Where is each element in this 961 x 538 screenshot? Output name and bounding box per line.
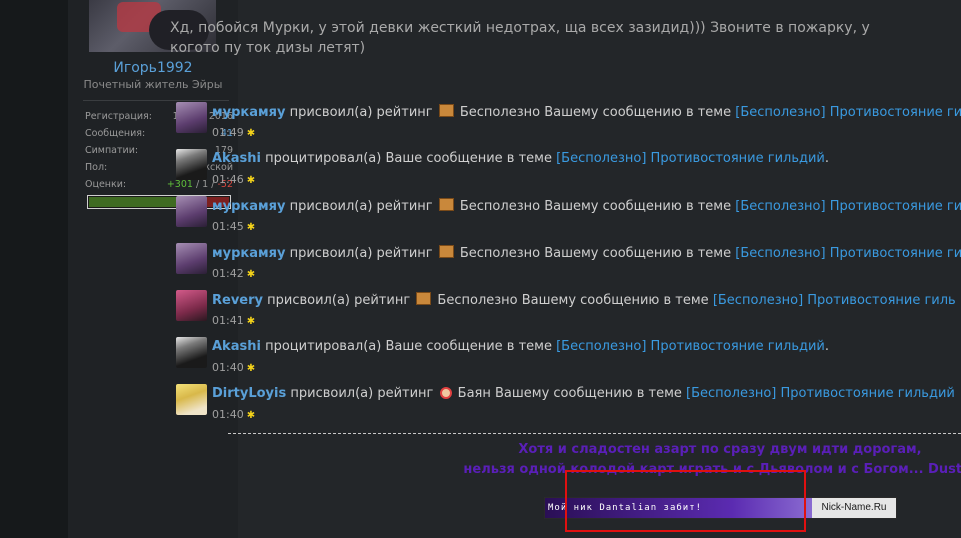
alert-time-text: 01:40	[212, 408, 244, 421]
star-icon: ✱	[246, 128, 256, 139]
alert-time: 01:45 ✱	[212, 220, 255, 233]
alert-action: присвоил(а) рейтинг	[285, 199, 437, 214]
alert-text: Akashi процитировал(а) Ваше сообщение в …	[212, 151, 829, 166]
alert-rating-text: Бесполезно Вашему сообщению в теме	[455, 105, 736, 120]
user-avatar[interactable]	[176, 384, 207, 415]
alert-username-link[interactable]: Revery	[212, 293, 263, 308]
alert-action: процитировал(а) Ваше сообщение в теме	[260, 339, 557, 354]
alert-time-text: 01:45	[212, 220, 244, 233]
alert-text: муркамяу присвоил(а) рейтинг Бесполезно …	[212, 245, 961, 261]
post-message: Хд, побойся Мурки, у этой девки жесткий …	[170, 20, 870, 56]
username-link[interactable]: Игорь1992	[68, 60, 238, 76]
user-avatar[interactable]	[176, 337, 207, 368]
stat-label: Сообщения:	[85, 128, 146, 139]
user-avatar[interactable]	[176, 290, 207, 321]
signature-divider	[228, 433, 961, 434]
user-avatar[interactable]	[176, 243, 207, 274]
star-icon: ✱	[246, 316, 256, 327]
thread-link[interactable]: [Бесполезно] Противостояние гильдий	[686, 386, 955, 401]
banner-site[interactable]: Nick-Name.Ru	[812, 498, 896, 518]
alert-time-text: 01:42	[212, 267, 244, 280]
alert-action: присвоил(а) рейтинг	[285, 105, 437, 120]
thread-link[interactable]: [Бесполезно] Противостояние гильд	[735, 246, 961, 261]
alert-tail: .	[824, 339, 830, 354]
thread-link[interactable]: [Бесполезно] Противостояние гиль	[713, 293, 956, 308]
star-icon: ✱	[246, 269, 256, 280]
alert-username-link[interactable]: Akashi	[212, 151, 261, 166]
thread-link[interactable]: [Бесполезно] Противостояние гильд	[735, 199, 961, 214]
box-icon	[438, 104, 454, 117]
alert-item: Akashi процитировал(а) Ваше сообщение в …	[176, 335, 896, 382]
alert-rating-text: Баян Вашему сообщению в теме	[453, 386, 687, 401]
alert-action: процитировал(а) Ваше сообщение в теме	[260, 151, 557, 166]
clock-icon	[439, 387, 452, 399]
alert-item: Akashi процитировал(а) Ваше сообщение в …	[176, 147, 896, 194]
thread-link[interactable]: [Бесполезно] Противостояние гильдий	[556, 151, 825, 166]
stat-label: Регистрация:	[85, 111, 152, 122]
alert-text: Revery присвоил(а) рейтинг Бесполезно Ва…	[212, 292, 956, 308]
left-gutter	[0, 0, 68, 538]
highlight-box	[565, 470, 806, 532]
box-icon	[438, 245, 454, 258]
thread-link[interactable]: [Бесполезно] Противостояние гильд	[735, 105, 961, 120]
alert-username-link[interactable]: муркамяу	[212, 246, 285, 261]
alert-text: DirtyLoyis присвоил(а) рейтинг Баян Ваше…	[212, 386, 955, 401]
alert-time-text: 01:46	[212, 173, 244, 186]
alert-text: муркамяу присвоил(а) рейтинг Бесполезно …	[212, 104, 961, 120]
alert-action: присвоил(а) рейтинг	[286, 386, 438, 401]
alert-action: присвоил(а) рейтинг	[263, 293, 415, 308]
box-icon	[438, 198, 454, 211]
stat-label: Симпатии:	[85, 145, 139, 156]
alert-time-text: 01:40	[212, 361, 244, 374]
alert-text: муркамяу присвоил(а) рейтинг Бесполезно …	[212, 198, 961, 214]
alert-username-link[interactable]: муркамяу	[212, 199, 285, 214]
user-title: Почетный житель Эйры	[83, 78, 223, 91]
user-avatar[interactable]	[176, 196, 207, 227]
alert-tail: .	[824, 151, 830, 166]
alert-text: Akashi процитировал(а) Ваше сообщение в …	[212, 339, 829, 354]
alerts-feed: муркамяу присвоил(а) рейтинг Бесполезно …	[176, 100, 961, 429]
star-icon: ✱	[246, 363, 256, 374]
alert-item: Revery присвоил(а) рейтинг Бесполезно Ва…	[176, 288, 956, 335]
alert-item: муркамяу присвоил(а) рейтинг Бесполезно …	[176, 194, 961, 241]
star-icon: ✱	[246, 222, 256, 233]
alert-rating-text: Бесполезно Вашему сообщению в теме	[455, 246, 736, 261]
alert-time-text: 01:49	[212, 126, 244, 139]
alert-time: 01:40 ✱	[212, 408, 255, 421]
thread-link[interactable]: [Бесполезно] Противостояние гильдий	[556, 339, 825, 354]
user-avatar[interactable]	[176, 149, 207, 180]
alert-item: муркамяу присвоил(а) рейтинг Бесполезно …	[176, 241, 961, 288]
stat-label: Оценки:	[85, 179, 127, 190]
user-avatar[interactable]	[176, 102, 207, 133]
alert-time: 01:49 ✱	[212, 126, 255, 139]
star-icon: ✱	[246, 410, 256, 421]
signature-line: Хотя и сладостен азарт по сразу двум идт…	[518, 442, 922, 457]
alert-time: 01:41 ✱	[212, 314, 255, 327]
alert-time: 01:46 ✱	[212, 173, 255, 186]
alert-action: присвоил(а) рейтинг	[285, 246, 437, 261]
alert-item: муркамяу присвоил(а) рейтинг Бесполезно …	[176, 100, 961, 147]
alert-username-link[interactable]: Akashi	[212, 339, 261, 354]
alert-rating-text: Бесполезно Вашему сообщению в теме	[455, 199, 736, 214]
alert-username-link[interactable]: DirtyLoyis	[212, 386, 286, 401]
stat-label: Пол:	[85, 162, 108, 173]
alert-time: 01:40 ✱	[212, 361, 255, 374]
alert-time-text: 01:41	[212, 314, 244, 327]
alert-item: DirtyLoyis присвоил(а) рейтинг Баян Ваше…	[176, 382, 955, 429]
alert-username-link[interactable]: муркамяу	[212, 105, 285, 120]
alert-rating-text: Бесполезно Вашему сообщению в теме	[433, 293, 713, 308]
alert-time: 01:42 ✱	[212, 267, 255, 280]
star-icon: ✱	[246, 175, 256, 186]
box-icon	[416, 292, 432, 305]
